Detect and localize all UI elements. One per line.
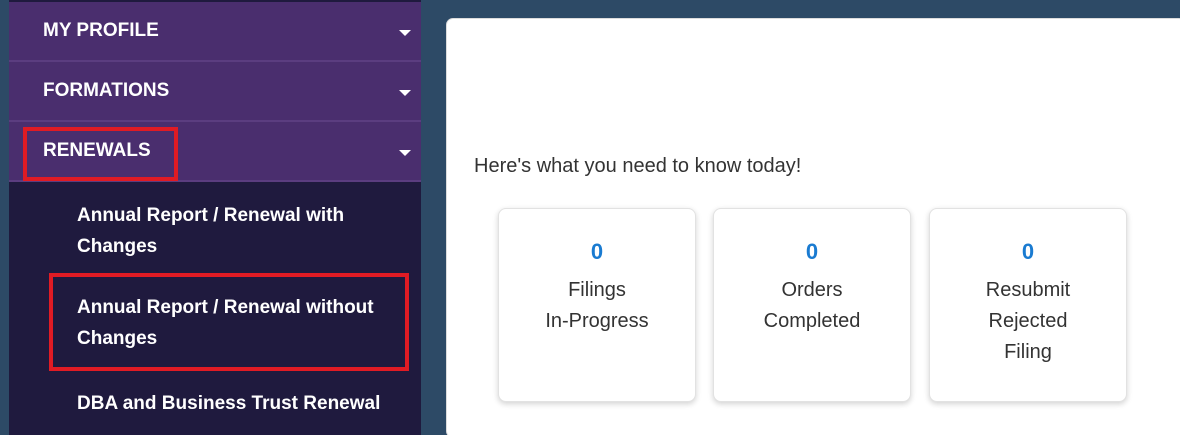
- caret-down-icon: [399, 150, 411, 156]
- intro-text: Here's what you need to know today!: [474, 155, 802, 177]
- caret-down-icon: [399, 30, 411, 36]
- submenu-dba-business-trust-renewal[interactable]: DBA and Business Trust Renewal: [77, 388, 407, 419]
- card-label: Resubmit Rejected Filing: [985, 279, 1071, 363]
- sidebar: MY PROFILE FORMATIONS RENEWALS Annual Re…: [9, 0, 421, 435]
- menu-formations-label: FORMATIONS: [43, 80, 170, 101]
- card-count: 0: [590, 239, 604, 264]
- menu-renewals[interactable]: RENEWALS: [9, 122, 421, 182]
- menu-my-profile-label: MY PROFILE: [43, 20, 159, 41]
- card-label: Filings In-Progress: [545, 279, 649, 332]
- menu-my-profile[interactable]: MY PROFILE: [9, 2, 421, 62]
- card-orders-completed[interactable]: 0 Orders Completed: [713, 208, 911, 402]
- card-filings-in-progress[interactable]: 0 Filings In-Progress: [498, 208, 696, 402]
- card-label: Orders Completed: [763, 279, 861, 332]
- submenu-renewal-with-changes[interactable]: Annual Report / Renewal with Changes: [77, 200, 407, 262]
- card-count: 0: [1021, 239, 1035, 264]
- menu-renewals-label: RENEWALS: [43, 140, 151, 161]
- card-count: 0: [805, 239, 819, 264]
- menu-formations[interactable]: FORMATIONS: [9, 62, 421, 122]
- card-resubmit-rejected-filing[interactable]: 0 Resubmit Rejected Filing: [929, 208, 1127, 402]
- submenu-renewal-without-changes[interactable]: Annual Report / Renewal without Changes: [77, 292, 407, 354]
- caret-down-icon: [399, 90, 411, 96]
